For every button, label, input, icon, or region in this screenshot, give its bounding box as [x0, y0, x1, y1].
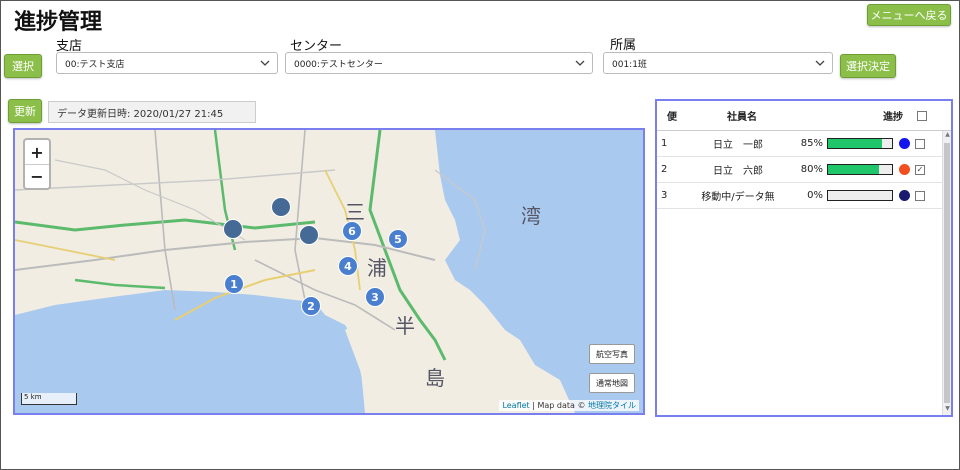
- route-color-dot: [899, 190, 910, 201]
- table-row[interactable]: 1 日立 一郎 85%: [657, 131, 951, 157]
- header-name: 社員名: [727, 112, 757, 123]
- header-bin: 便: [667, 112, 677, 123]
- table-row[interactable]: 2 日立 六郎 80% ✓: [657, 157, 951, 183]
- row-bin: 1: [661, 138, 668, 149]
- progress-bar-fill: [828, 139, 883, 148]
- attribution-text: | Map data ©: [529, 401, 588, 410]
- row-employee-name: 日立 一郎: [713, 140, 763, 151]
- branch-select-value: 00:テスト支店: [65, 59, 125, 70]
- chevron-down-icon: [815, 60, 825, 66]
- header-check-col: [917, 110, 937, 121]
- map-marker[interactable]: 3: [365, 287, 385, 307]
- row-bin: 3: [661, 190, 668, 201]
- refresh-button[interactable]: 更新: [8, 99, 42, 123]
- map-view[interactable]: + − 三 浦 半 島 湾 1 2 3 4 5 6 航空写真 通常地図 5 km…: [13, 128, 645, 415]
- gsi-tile-link[interactable]: 地理院タイル: [588, 401, 636, 410]
- zoom-control: + −: [23, 138, 51, 190]
- map-marker[interactable]: 2: [301, 296, 321, 316]
- map-label: 島: [425, 366, 445, 390]
- zoom-out-button[interactable]: −: [25, 164, 49, 188]
- map-marker[interactable]: 5: [388, 229, 408, 249]
- scroll-down-icon[interactable]: ▼: [943, 405, 951, 415]
- map-marker[interactable]: 1: [224, 274, 244, 294]
- chevron-down-icon: [260, 60, 270, 66]
- table-row[interactable]: 3 移動中/データ無 0%: [657, 183, 951, 209]
- table-body: 1 日立 一郎 85% 2 日立 六郎 80% ✓ 3 移動中/データ無 0%: [657, 131, 951, 209]
- row-employee-name: 移動中/データ無: [701, 192, 775, 203]
- map-label: 浦: [367, 256, 387, 280]
- row-check-cell: [915, 190, 935, 201]
- standard-map-button[interactable]: 通常地図: [589, 373, 635, 393]
- last-updated-text: データ更新日時: 2020/01/27 21:45: [48, 101, 256, 123]
- leaflet-link[interactable]: Leaflet: [502, 401, 529, 410]
- scroll-thumb[interactable]: [944, 143, 950, 403]
- affiliation-select-value: 001:1班: [612, 59, 647, 70]
- chevron-down-icon: [575, 60, 585, 66]
- branch-select[interactable]: 00:テスト支店: [56, 52, 278, 74]
- aerial-photo-button[interactable]: 航空写真: [589, 344, 635, 364]
- progress-bar: [827, 138, 893, 149]
- progress-panel: 便 社員名 進捗 1 日立 一郎 85% 2 日立 六郎 80% ✓ 3 移動中/データ無 0% …: [655, 99, 953, 417]
- zoom-in-button[interactable]: +: [25, 140, 49, 164]
- menu-back-button[interactable]: メニューへ戻る: [867, 4, 951, 26]
- row-employee-name: 日立 六郎: [713, 166, 763, 177]
- header-progress: 進捗: [883, 112, 903, 123]
- row-progress-cell: [827, 138, 899, 149]
- map-scale: 5 km: [21, 393, 77, 405]
- select-all-checkbox[interactable]: [917, 110, 927, 121]
- row-percent: 0%: [807, 190, 823, 201]
- map-marker[interactable]: [299, 225, 319, 245]
- row-progress-cell: [827, 190, 899, 201]
- row-color-cell: [899, 138, 915, 149]
- row-checkbox[interactable]: ✓: [915, 164, 925, 175]
- map-label: 湾: [521, 204, 541, 228]
- table-header: 便 社員名 進捗: [657, 101, 951, 131]
- page-title: 進捗管理: [14, 10, 103, 35]
- scrollbar[interactable]: ▲ ▼: [942, 131, 951, 415]
- row-check-cell: ✓: [915, 164, 935, 175]
- row-check-cell: [915, 138, 935, 149]
- map-background: [15, 130, 643, 413]
- row-checkbox[interactable]: [915, 138, 925, 149]
- row-color-cell: [899, 190, 915, 201]
- map-attribution: Leaflet | Map data © 地理院タイル: [499, 400, 639, 411]
- progress-bar-fill: [828, 165, 880, 174]
- center-select-value: 0000:テストセンター: [294, 59, 383, 70]
- center-select[interactable]: 0000:テストセンター: [285, 52, 593, 74]
- affiliation-label: 所属: [610, 38, 637, 53]
- affiliation-select[interactable]: 001:1班: [603, 52, 833, 74]
- map-marker[interactable]: 4: [338, 256, 358, 276]
- row-bin: 2: [661, 164, 668, 175]
- progress-bar: [827, 164, 893, 175]
- select-button[interactable]: 選択: [4, 54, 42, 78]
- map-marker[interactable]: 6: [342, 221, 362, 241]
- scroll-up-icon[interactable]: ▲: [943, 131, 951, 141]
- map-marker[interactable]: [271, 197, 291, 217]
- row-percent: 85%: [800, 138, 823, 149]
- map-marker[interactable]: [223, 219, 243, 239]
- route-color-dot: [899, 138, 910, 149]
- confirm-selection-button[interactable]: 選択決定: [840, 54, 896, 78]
- row-checkbox[interactable]: [915, 190, 925, 201]
- row-progress-cell: [827, 164, 899, 175]
- row-color-cell: [899, 164, 915, 175]
- map-label: 半: [395, 314, 415, 338]
- route-color-dot: [899, 164, 910, 175]
- row-percent: 80%: [800, 164, 823, 175]
- progress-bar: [827, 190, 893, 201]
